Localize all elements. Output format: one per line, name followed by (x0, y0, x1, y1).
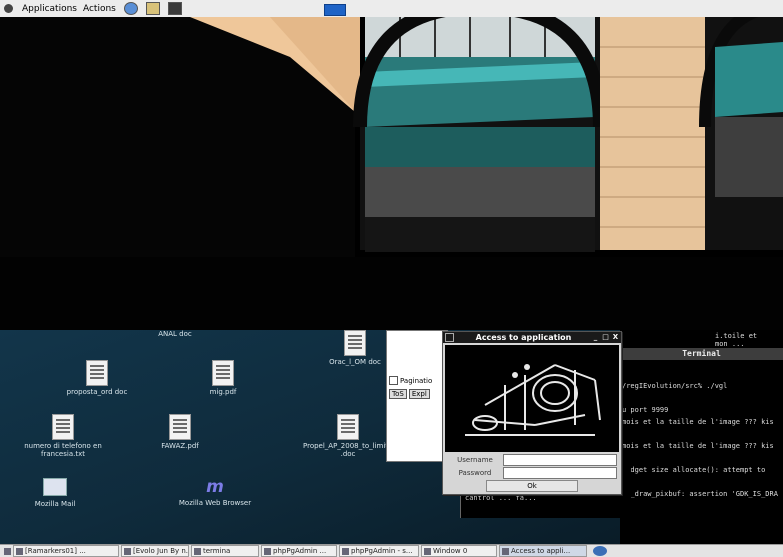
terminal-line: u port 9999 (622, 406, 669, 414)
3d-scene-render (0, 17, 783, 330)
ok-button[interactable]: Ok (486, 480, 578, 492)
window-icon (502, 547, 509, 555)
document-icon (344, 330, 366, 356)
background-window[interactable]: Paginatio ToS Expl (386, 330, 448, 462)
document-icon (337, 414, 359, 440)
terminal-line: mois et la taille de l'image ??? kis (622, 418, 774, 426)
top-panel: Applications Actions (0, 0, 783, 18)
task-item[interactable]: [Evolo Jun By n... (121, 545, 189, 557)
close-button[interactable]: X (611, 333, 620, 342)
menu-applications[interactable]: Applications (22, 4, 77, 14)
password-label: Password (458, 469, 492, 477)
mozilla-m-icon: m (206, 477, 224, 497)
terminal-line: dk_draw_pixbuf: assertion 'GDK_IS_DRA (622, 490, 778, 498)
task-item-active[interactable]: Access to appli... (499, 545, 587, 557)
document-icon (86, 360, 108, 386)
password-field[interactable] (503, 467, 617, 479)
desktop-icon-proposta-doc[interactable]: proposta_ord doc (52, 360, 142, 396)
menu-actions[interactable]: Actions (83, 4, 116, 14)
desktop-icon-anal-doc[interactable]: ANAL doc (130, 330, 220, 338)
terminal-prev-line: mon ... (715, 340, 745, 348)
window-icon (424, 547, 431, 555)
help-icon[interactable] (123, 2, 138, 15)
username-field[interactable] (503, 454, 617, 466)
username-label: Username (457, 456, 493, 464)
terminal-line: cantrol ... fa... (465, 494, 537, 502)
terminal-line: /regIEvolution/src% ./vgl (622, 382, 728, 390)
window-icon (124, 547, 131, 555)
desktop-icon-progetto-doc[interactable]: Propel_AP_2008_to_limits_vs_ldc_0.52_15P… (303, 414, 452, 458)
pdf-icon (212, 360, 234, 386)
pagination-label: Paginatio (400, 376, 433, 385)
window-icon (16, 547, 23, 555)
terminal-title: Terminal (620, 348, 783, 360)
terminal-window[interactable]: i.toile et mon ... Terminal /regIEvoluti… (620, 330, 783, 544)
mail-icon (43, 478, 67, 496)
terminal-line: widget size allocate(): attempt to (622, 466, 766, 474)
dialog-titlebar[interactable]: Access to application _ □ X (443, 332, 621, 343)
application-logo-image (445, 345, 619, 452)
bottom-taskbar: [Ramarkers01] ... [Evolo Jun By n... ter… (0, 544, 783, 557)
workspace-indicator[interactable] (324, 4, 346, 16)
desktop-icon-mozilla-mail[interactable]: Mozilla Mail (10, 478, 100, 508)
window-icon (342, 547, 349, 555)
gnome-foot-icon (4, 4, 13, 13)
terminal-icon (194, 547, 201, 555)
desktop-icon-faw-pdf[interactable]: FAWAZ.pdf (135, 414, 225, 450)
minimize-button[interactable]: _ (591, 333, 600, 342)
workspace-switcher-icon[interactable] (593, 546, 607, 556)
dialog-title: Access to application (475, 333, 572, 342)
pdf-icon (169, 414, 191, 440)
pagination-checkbox[interactable] (389, 376, 398, 385)
notes-icon[interactable] (145, 2, 160, 15)
explore-button[interactable]: Expl (408, 389, 430, 399)
text-file-icon (52, 414, 74, 440)
desktop-icon-mig-pdf[interactable]: mig.pdf (178, 360, 268, 396)
maximize-button[interactable]: □ (601, 333, 610, 342)
task-item[interactable]: Window 0 (421, 545, 497, 557)
task-item[interactable]: phpPgAdmin - s... (339, 545, 419, 557)
desktop-icon-numero-telefono[interactable]: numero di telefono en francesia.txt (18, 414, 108, 458)
terminal-line: mois et la taille de l'image ??? kis (622, 442, 774, 450)
window-menu-icon[interactable] (445, 333, 454, 342)
desktop-icon-mozilla-browser[interactable]: m Mozilla Web Browser (170, 478, 260, 507)
terminal-prev-line: i.toile et (715, 332, 758, 340)
tos-button[interactable]: ToS (389, 389, 407, 399)
task-item[interactable]: termina (191, 545, 259, 557)
task-item[interactable]: phpPgAdmin ... (261, 545, 337, 557)
terminal-icon[interactable] (167, 2, 182, 15)
task-item[interactable]: [Ramarkers01] ... (13, 545, 119, 557)
3d-viewport[interactable] (0, 17, 783, 330)
show-desktop-icon[interactable] (4, 547, 11, 555)
access-dialog: Access to application _ □ X Username Pas… (442, 331, 622, 495)
window-icon (264, 547, 271, 555)
